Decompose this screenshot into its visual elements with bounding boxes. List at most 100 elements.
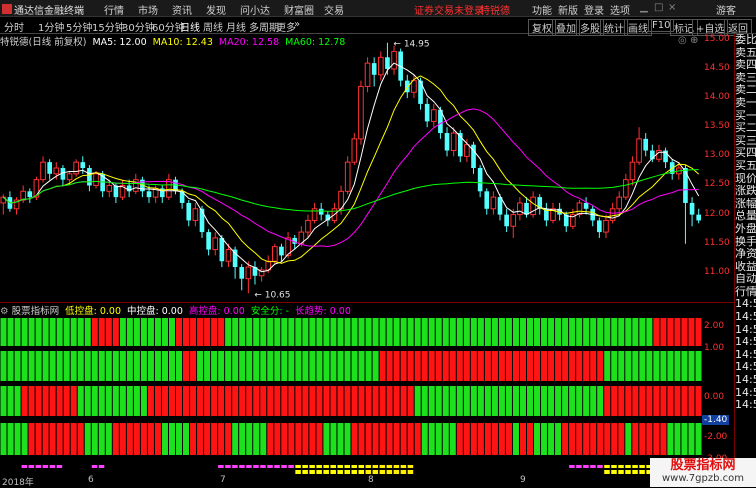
candle[interactable] (40, 161, 46, 181)
menu-guest[interactable]: 游客 (716, 2, 736, 17)
right-panel-label: 14:56 (735, 323, 756, 336)
candle[interactable] (93, 173, 99, 186)
tab-1min[interactable]: 1分钟 (38, 19, 64, 34)
candle[interactable] (186, 202, 192, 221)
candle[interactable] (206, 232, 211, 250)
candle[interactable] (609, 208, 616, 221)
candle[interactable] (106, 184, 113, 192)
candle[interactable] (344, 161, 351, 192)
minimize-icon[interactable]: ▁ (640, 2, 648, 13)
indicator-bar (49, 423, 56, 455)
candle[interactable] (411, 80, 417, 93)
candle[interactable] (576, 202, 583, 216)
menu-function[interactable]: 功能 (532, 2, 552, 17)
indicator-bar (105, 386, 112, 416)
menu-options[interactable]: 选项 (610, 2, 630, 17)
candle[interactable] (517, 202, 523, 216)
candle[interactable] (272, 246, 278, 262)
candle[interactable] (113, 185, 119, 198)
candle[interactable] (524, 202, 529, 215)
candle[interactable] (583, 202, 589, 209)
candle[interactable] (199, 208, 205, 233)
candle[interactable] (87, 168, 92, 186)
candle[interactable] (219, 237, 225, 262)
candle[interactable] (391, 50, 397, 70)
candle[interactable] (464, 144, 470, 157)
candle[interactable] (239, 267, 245, 279)
candle[interactable] (597, 220, 602, 233)
candlestick-chart[interactable]: ← 14.95 ← 10.65 (0, 34, 702, 302)
menu-discover[interactable]: 发现 (206, 2, 226, 17)
tab-5min[interactable]: 5分钟 (66, 19, 92, 34)
indicator-bar (428, 386, 435, 416)
maximize-icon[interactable]: □ (654, 2, 663, 13)
candle[interactable] (629, 161, 636, 181)
chevron-right-icon[interactable]: » (294, 19, 300, 30)
candle[interactable] (53, 167, 60, 175)
menu-market[interactable]: 市场 (138, 2, 158, 17)
menu-ask[interactable]: 问小达 (240, 2, 270, 17)
menu-login[interactable]: 登录 (584, 2, 604, 17)
candle[interactable] (696, 214, 702, 221)
candle[interactable] (305, 219, 311, 233)
tab-monthly[interactable]: 月线 (226, 19, 246, 34)
indicator-bar (695, 423, 702, 455)
menu-newversion[interactable]: 新版 (558, 2, 578, 17)
candle[interactable] (683, 168, 688, 203)
tab-15min[interactable]: 15分钟 (92, 19, 125, 34)
candle[interactable] (358, 85, 364, 140)
menu-wealth[interactable]: 财富圈 (284, 2, 314, 17)
candle[interactable] (385, 57, 390, 69)
candle[interactable] (279, 246, 284, 256)
tab-weekly[interactable]: 周线 (203, 19, 223, 34)
candle[interactable] (430, 109, 437, 122)
tab-multi-period[interactable]: 多周期 (249, 19, 279, 34)
candle[interactable] (192, 208, 199, 221)
candle[interactable] (490, 196, 497, 210)
candle[interactable] (212, 237, 219, 251)
indicator-bar (386, 351, 393, 381)
candle[interactable] (510, 214, 517, 227)
login-notice[interactable]: 证券交易未登录 (414, 2, 484, 17)
candle[interactable] (27, 191, 33, 198)
close-icon[interactable]: × (668, 2, 676, 13)
candle[interactable] (66, 173, 73, 181)
candle[interactable] (80, 162, 86, 168)
candle[interactable] (450, 132, 457, 152)
candle[interactable] (444, 133, 450, 151)
candle[interactable] (318, 208, 324, 215)
candle[interactable] (424, 103, 430, 122)
candle[interactable] (504, 214, 509, 227)
candle[interactable] (623, 179, 629, 198)
menu-news[interactable]: 资讯 (172, 2, 192, 17)
candle[interactable] (616, 196, 623, 210)
menu-quotes[interactable]: 行情 (104, 2, 124, 17)
candle[interactable] (643, 138, 649, 151)
indicator-bar (541, 318, 548, 346)
candle[interactable] (146, 191, 152, 198)
candle[interactable] (636, 138, 642, 163)
tab-more[interactable]: 更多 (276, 19, 296, 34)
indicator-bar (688, 318, 695, 346)
candle[interactable] (484, 191, 490, 209)
candle[interactable] (603, 219, 609, 233)
candle[interactable] (351, 138, 358, 163)
candle[interactable] (371, 63, 377, 75)
tab-timeshare[interactable]: 分时 (4, 19, 24, 34)
candle[interactable] (232, 249, 238, 268)
candle[interactable] (477, 168, 483, 192)
tab-daily[interactable]: 日线 (180, 19, 200, 34)
candle[interactable] (377, 56, 384, 76)
candle[interactable] (364, 62, 371, 87)
candle[interactable] (47, 162, 52, 174)
candle[interactable] (418, 80, 423, 104)
indicator-chart[interactable] (0, 316, 702, 476)
candle[interactable] (73, 161, 79, 175)
indicator-bar (197, 351, 204, 381)
candle[interactable] (689, 202, 695, 215)
tab-30min[interactable]: 30分钟 (122, 19, 155, 34)
candle[interactable] (245, 266, 252, 280)
menu-trade[interactable]: 交易 (324, 2, 344, 17)
date-tick: 9 (520, 475, 526, 485)
candle[interactable] (225, 249, 232, 262)
